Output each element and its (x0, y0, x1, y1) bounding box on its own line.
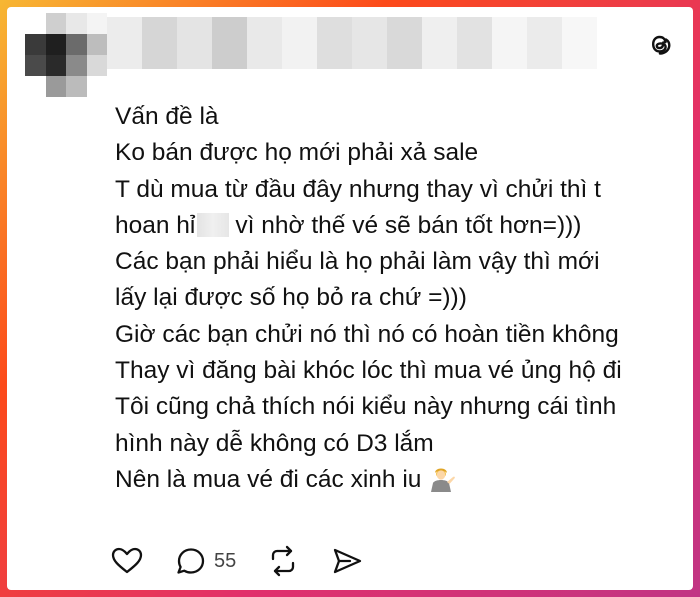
threads-logo-icon[interactable] (645, 29, 675, 59)
redacted-text (197, 212, 230, 237)
post-line-part: Nên là mua vé đi các xinh iu (115, 465, 422, 493)
post-card: Vấn đề là Ko bán được họ mới phải xả sal… (7, 7, 693, 590)
like-button[interactable] (110, 544, 144, 578)
post-line: Các bạn phải hiểu là họ phải làm vậy thì… (115, 248, 600, 276)
post-line: Tôi cũng chả thích nói kiểu này nhưng cá… (115, 393, 617, 421)
post-line: hoan hỉ vì nhờ thế vé sẽ bán tốt hơn=))) (115, 208, 685, 244)
post-line-part: vì nhờ thế vé sẽ bán tốt hơn=))) (235, 211, 582, 239)
post-body: Vấn đề là Ko bán được họ mới phải xả sal… (115, 99, 685, 504)
post-line: hình này dễ không có D3 lắm (115, 429, 434, 457)
post-line: Giờ các bạn chửi nó thì nó có hoàn tiền … (115, 320, 619, 348)
share-button[interactable] (330, 544, 364, 578)
heart-icon (111, 547, 143, 574)
post-line: Vấn đề là (115, 103, 219, 130)
post-line: Nên là mua vé đi các xinh iu (115, 462, 685, 504)
post-actions: 55 (110, 541, 394, 581)
comment-icon (177, 548, 205, 574)
post-line: Thay vì đăng bài khóc lóc thì mua vé ủng… (115, 357, 622, 385)
send-icon (334, 548, 362, 574)
avatar-pixelated (25, 13, 107, 97)
post-line-part: hoan hỉ (115, 211, 196, 239)
reply-button[interactable]: 55 (174, 544, 236, 578)
username-pixelated (107, 17, 597, 69)
post-line: T dù mua từ đầu đây nhưng thay vì chửi t… (115, 175, 601, 203)
person-tipping-hand-emoji (427, 463, 457, 504)
repost-button[interactable] (266, 544, 300, 578)
repost-icon (272, 545, 295, 577)
reply-count: 55 (214, 549, 237, 572)
post-line: lấy lại được số họ bỏ ra chứ =))) (115, 284, 467, 312)
post-line: Ko bán được họ mới phải xả sale (115, 139, 479, 167)
